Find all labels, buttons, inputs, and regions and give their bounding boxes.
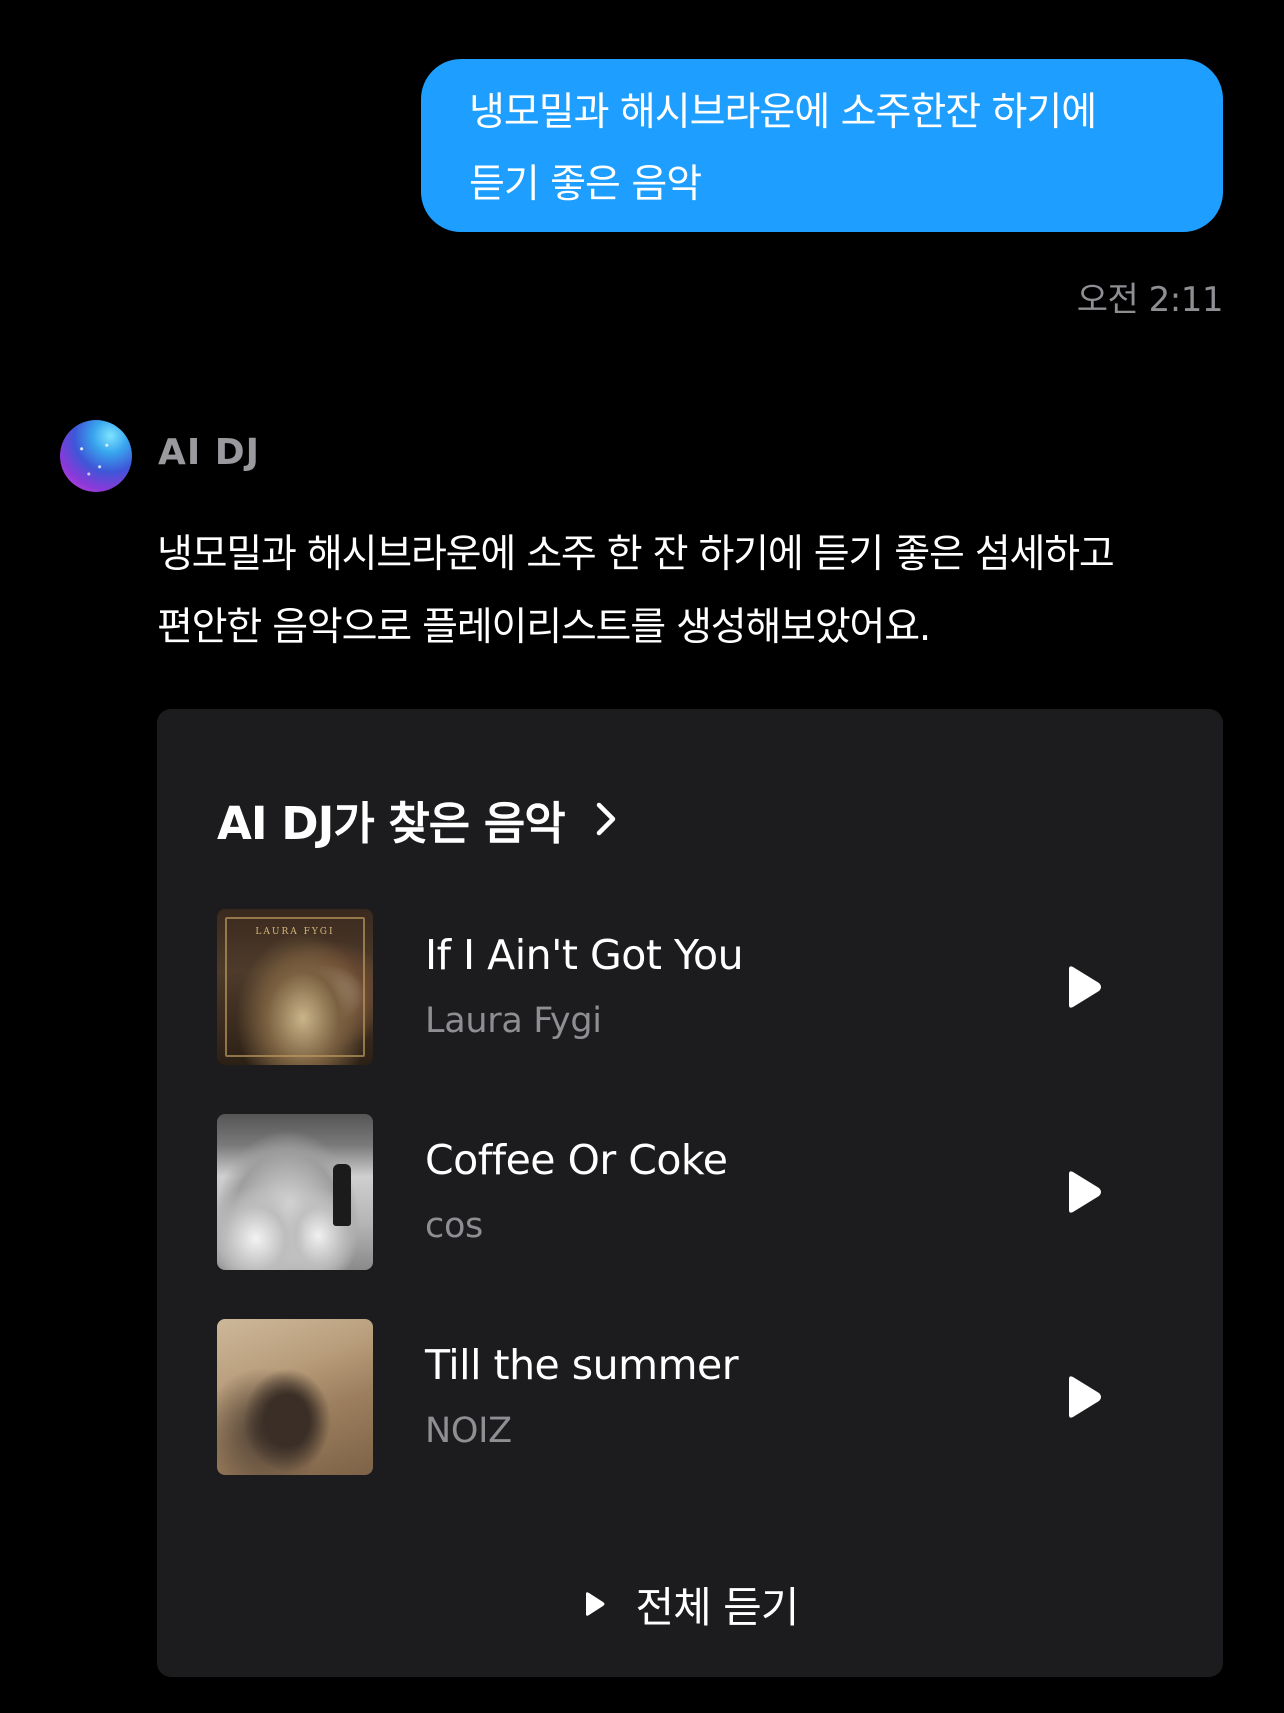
- track-artist: cos: [425, 1206, 483, 1246]
- playlist-card: AI DJ가 찾은 음악 LAURA FYGI If I Ain't Got Y…: [157, 709, 1223, 1677]
- ai-message-line-2: 편안한 음악으로 플레이리스트를 생성해보았어요.: [157, 605, 931, 650]
- play-all-label: 전체 듣기: [635, 1582, 800, 1632]
- ai-message-text: 냉모밀과 해시브라운에 소주 한 잔 하기에 듣기 좋은 섬세하고 편안한 음악…: [157, 518, 1227, 664]
- chevron-right-icon: [596, 802, 615, 836]
- play-all-button[interactable]: 전체 듣기: [157, 1569, 1223, 1639]
- album-art: [217, 1319, 373, 1475]
- user-message-bubble: 냉모밀과 해시브라운에 소주한잔 하기에 듣기 좋은 음악: [421, 59, 1223, 232]
- track-item[interactable]: LAURA FYGI If I Ain't Got You Laura Fygi: [217, 909, 1163, 1065]
- track-artist: NOIZ: [425, 1411, 512, 1451]
- album-art-label: LAURA FYGI: [255, 927, 335, 937]
- track-item[interactable]: Till the summer NOIZ: [217, 1319, 1163, 1475]
- album-art: LAURA FYGI: [217, 909, 373, 1065]
- playlist-header-link[interactable]: AI DJ가 찾은 음악: [217, 781, 621, 857]
- play-icon[interactable]: [1063, 1373, 1103, 1421]
- message-timestamp: 오전 2:11: [1076, 280, 1224, 320]
- play-icon[interactable]: [1063, 1168, 1103, 1216]
- ai-dj-name: AI DJ: [158, 432, 261, 473]
- track-title: If I Ain't Got You: [425, 931, 744, 979]
- track-artist: Laura Fygi: [425, 1001, 602, 1041]
- play-icon: [585, 1592, 605, 1616]
- play-icon[interactable]: [1063, 963, 1103, 1011]
- user-message-line-1: 냉모밀과 해시브라운에 소주한잔 하기에: [469, 90, 1097, 135]
- ai-dj-avatar: [60, 420, 132, 492]
- track-title: Till the summer: [425, 1341, 739, 1389]
- playlist-title: AI DJ가 찾은 음악: [217, 796, 566, 850]
- user-message-line-2: 듣기 좋은 음악: [469, 162, 702, 207]
- ai-message-line-1: 냉모밀과 해시브라운에 소주 한 잔 하기에 듣기 좋은 섬세하고: [157, 532, 1115, 577]
- track-item[interactable]: Coffee Or Coke cos: [217, 1114, 1163, 1270]
- track-title: Coffee Or Coke: [425, 1136, 728, 1184]
- album-art: [217, 1114, 373, 1270]
